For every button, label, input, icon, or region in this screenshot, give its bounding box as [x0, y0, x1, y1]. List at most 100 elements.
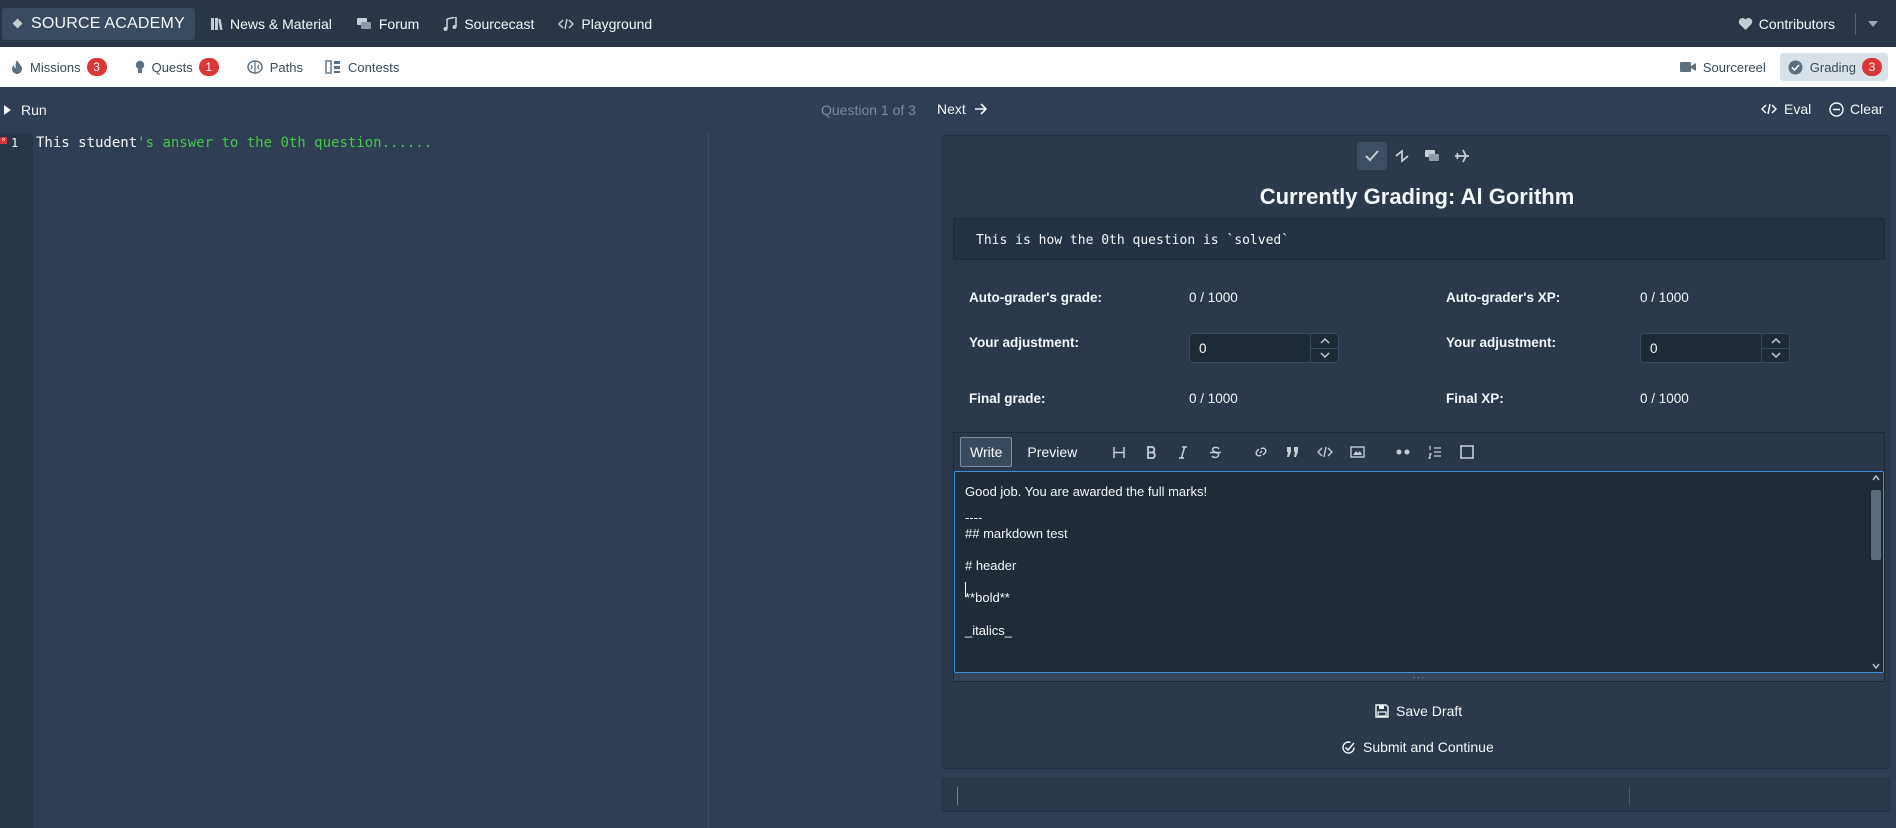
nav-news-label: News & Material	[229, 15, 332, 32]
final-grade-value: 0 / 1000	[1189, 391, 1238, 406]
checkbox-icon[interactable]	[1454, 439, 1480, 465]
scroll-up-icon[interactable]	[1872, 475, 1880, 481]
eval-label: Eval	[1784, 101, 1812, 117]
grade-adjustment-input[interactable]: 0	[1189, 333, 1339, 363]
code-editor[interactable]: × 1 This student's answer to the 0th que…	[0, 133, 933, 828]
bold-icon[interactable]	[1138, 439, 1164, 465]
quote-icon[interactable]	[1280, 439, 1306, 465]
bullets-glyph	[1396, 449, 1410, 455]
tab-missions[interactable]: Missions 3	[3, 53, 115, 81]
brand-button[interactable]: SOURCE ACADEMY	[2, 7, 195, 40]
autograder-grade-value: 0 / 1000	[1189, 290, 1238, 305]
nav-forum[interactable]: Forum	[346, 8, 429, 40]
numbered-glyph	[1428, 446, 1442, 459]
comment-line: ----	[965, 510, 983, 525]
scroll-down-icon[interactable]	[1872, 663, 1880, 669]
lightbulb-icon	[135, 60, 144, 73]
chevron-down-icon	[1320, 352, 1329, 359]
submit-continue-label: Submit and Continue	[1363, 739, 1494, 755]
nav-sourcecast[interactable]: Sourcecast	[433, 8, 544, 40]
link-icon[interactable]	[1248, 439, 1274, 465]
leaderboard-icon	[325, 60, 341, 74]
tab-paths-label: Paths	[269, 59, 304, 75]
grade-stepper	[1310, 334, 1338, 362]
divider	[1855, 12, 1856, 35]
tab-comments[interactable]	[1417, 142, 1447, 170]
nav-playground[interactable]: Playground	[548, 8, 662, 40]
dropdown-caret-icon[interactable]	[1868, 20, 1878, 27]
line-number: 1	[11, 136, 19, 150]
increment-button[interactable]	[1762, 334, 1789, 349]
tab-grading-label: Grading	[1809, 59, 1856, 75]
solution-text: This is how the 0th question is `solved`	[976, 233, 1290, 248]
tab-autograder[interactable]	[1387, 142, 1417, 170]
save-draft-button[interactable]: Save Draft	[1375, 703, 1462, 719]
scrollbar[interactable]	[1869, 472, 1883, 672]
grading-panel: Currently Grading: Al Gorithm This is ho…	[942, 135, 1890, 769]
editor-gutter: × 1	[0, 133, 33, 828]
final-xp-label: Final XP:	[1446, 391, 1504, 406]
unordered-list-icon[interactable]	[1390, 439, 1416, 465]
code-glyph	[1317, 446, 1334, 458]
submit-continue-button[interactable]: Submit and Continue	[1341, 739, 1494, 755]
next-question-button[interactable]: Next	[937, 101, 988, 117]
ordered-list-icon[interactable]	[1422, 439, 1448, 465]
confirm-icon	[1342, 740, 1355, 754]
autograder-xp-label: Auto-grader's XP:	[1446, 290, 1561, 305]
tab-grading-editor[interactable]	[1357, 142, 1387, 170]
nav-sourcecast-label: Sourcecast	[464, 15, 535, 32]
run-button[interactable]: Run	[4, 102, 47, 118]
comment-line: # header	[965, 558, 1017, 573]
strikethrough-icon[interactable]	[1202, 439, 1228, 465]
grade-adjustment-label: Your adjustment:	[969, 335, 1080, 350]
decrement-button[interactable]	[1311, 349, 1338, 363]
chevron-up-icon	[1320, 337, 1329, 344]
tab-quests[interactable]: Quests 1	[127, 53, 227, 81]
chat-icon	[356, 17, 371, 29]
comment-textarea[interactable]: Good job. You are awarded the full marks…	[954, 471, 1884, 673]
tab-preview[interactable]: Preview	[1018, 437, 1086, 467]
checkbox-glyph	[1460, 445, 1475, 459]
xp-stepper	[1761, 334, 1789, 362]
autograder-grade-label: Auto-grader's grade:	[969, 290, 1102, 305]
brand-label: SOURCE ACADEMY	[31, 14, 185, 32]
heading-icon[interactable]	[1106, 439, 1132, 465]
resize-handle[interactable]: ···	[954, 672, 1884, 683]
eval-button[interactable]: Eval	[1761, 101, 1811, 117]
increment-button[interactable]	[1311, 334, 1338, 349]
decrement-button[interactable]	[1762, 349, 1789, 363]
scrollbar-thumb[interactable]	[1871, 490, 1881, 560]
comment-markdown-editor: Write Preview Good job. You are awarded …	[953, 432, 1885, 683]
final-xp-value: 0 / 1000	[1640, 391, 1689, 406]
nav-news-material[interactable]: News & Material	[199, 8, 342, 40]
print-margin	[708, 133, 709, 828]
code-icon[interactable]	[1312, 439, 1338, 465]
comment-line: **bold**	[965, 590, 1010, 605]
nav-forum-label: Forum	[378, 15, 420, 32]
tab-write[interactable]: Write	[960, 437, 1013, 467]
question-counter: Question 1 of 3	[821, 102, 916, 118]
floppy-disk-icon	[1375, 704, 1389, 718]
run-label: Run	[21, 102, 47, 118]
missions-count-badge: 3	[86, 58, 107, 76]
divider	[1629, 787, 1630, 805]
italic-icon[interactable]	[1170, 439, 1196, 465]
input-cursor	[957, 787, 958, 805]
xp-adjustment-value[interactable]: 0	[1641, 334, 1761, 362]
tab-grading[interactable]: Grading 3	[1779, 53, 1888, 81]
grade-adjustment-value[interactable]: 0	[1190, 334, 1310, 362]
tab-contests[interactable]: Contests	[317, 53, 407, 81]
function-icon	[1395, 149, 1409, 163]
clear-button[interactable]: Clear	[1829, 101, 1883, 117]
heart-icon	[1738, 17, 1752, 30]
image-icon[interactable]	[1344, 439, 1370, 465]
tab-sourcereel[interactable]: Sourcereel	[1672, 53, 1774, 81]
play-icon	[4, 105, 11, 115]
xp-adjustment-input[interactable]: 0	[1640, 333, 1790, 363]
contributors-button[interactable]: Contributors	[1728, 16, 1845, 32]
tab-paths[interactable]: Paths	[239, 53, 311, 81]
code-icon	[1761, 103, 1777, 115]
tab-flight[interactable]	[1447, 142, 1477, 170]
flame-icon	[12, 60, 22, 74]
code-line[interactable]: This student's answer to the 0th questio…	[36, 135, 432, 151]
